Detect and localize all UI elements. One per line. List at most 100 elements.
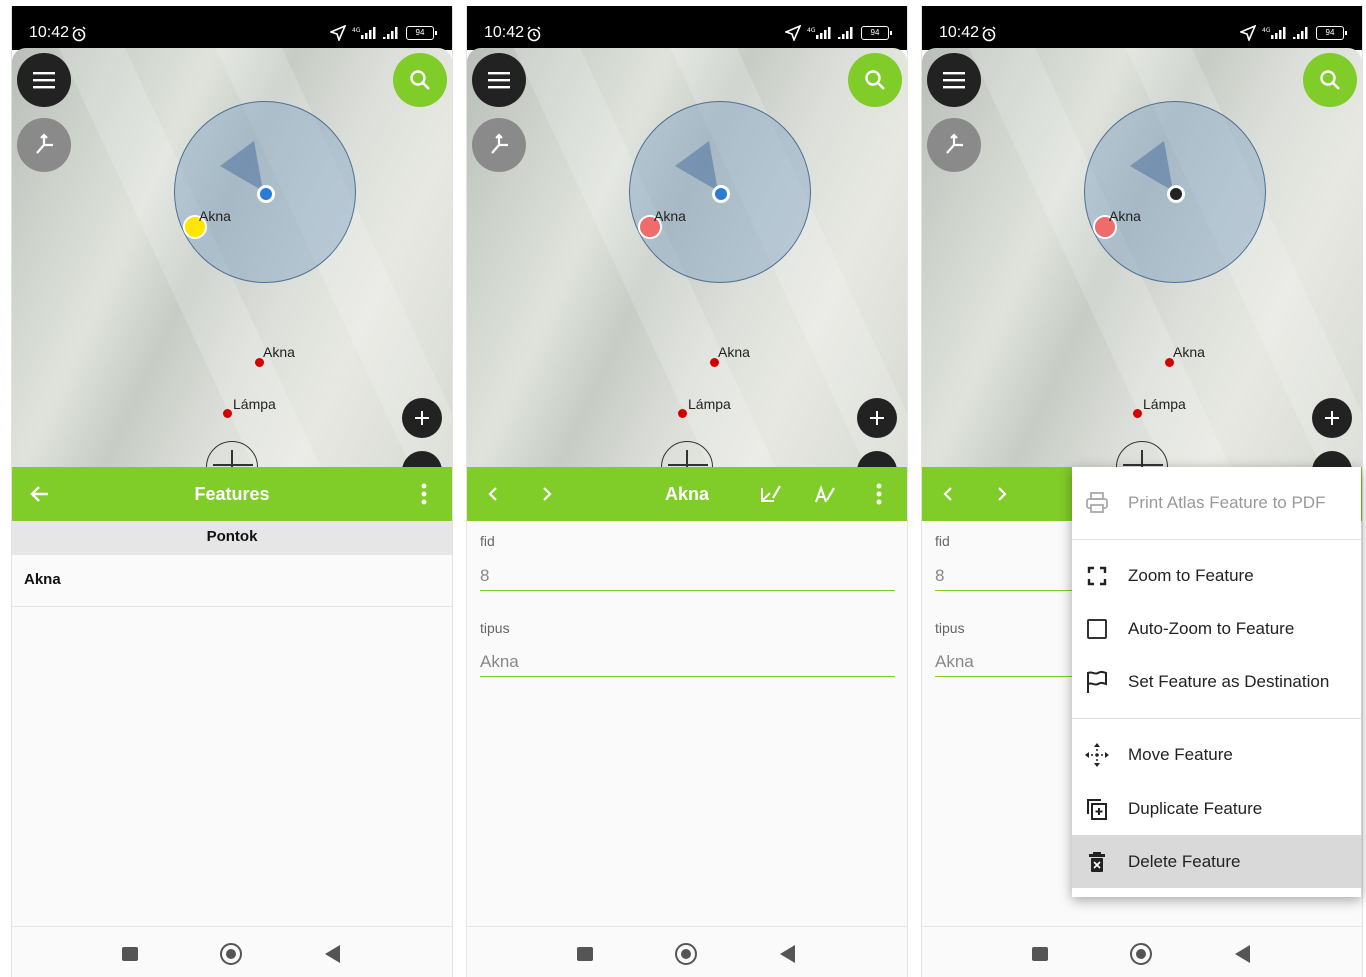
map-label: Akna [654, 208, 686, 224]
status-time: 10:42 [939, 24, 980, 41]
compass-button[interactable] [472, 118, 526, 172]
field-label-tipus: tipus [935, 620, 965, 636]
next-feature-button[interactable] [982, 467, 1022, 521]
compass-button[interactable] [927, 118, 981, 172]
battery-icon: 94 [1316, 26, 1347, 40]
back-nav-icon[interactable] [1235, 945, 1250, 963]
alarm-icon [981, 26, 997, 47]
map-canvas[interactable]: Akna Akna Lámpa [12, 48, 452, 473]
search-icon [1320, 70, 1340, 90]
menu-item-zoom-to-feature[interactable]: Zoom to Feature [1072, 549, 1361, 602]
menu-item-label: Print Atlas Feature to PDF [1128, 492, 1326, 512]
status-time: 10:42 [29, 24, 70, 41]
field-value-tipus[interactable]: Akna [480, 652, 519, 672]
chevron-right-icon [998, 487, 1007, 501]
signal-icon [838, 27, 853, 39]
search-button[interactable] [393, 53, 447, 107]
signal-4g-icon: 4G [807, 27, 831, 39]
recents-icon[interactable] [122, 947, 138, 961]
phone-screen-features-list: 10:42 4G 94 Akna Akna Lámpa Features Pon… [11, 6, 453, 977]
map-label: Lámpa [1143, 396, 1186, 412]
chevron-left-icon [943, 487, 952, 501]
menu-item-duplicate-feature[interactable]: Duplicate Feature [1072, 782, 1361, 835]
move-icon [1084, 742, 1110, 768]
map-point[interactable] [223, 409, 232, 418]
alarm-icon [71, 26, 87, 47]
home-icon[interactable] [1130, 943, 1152, 965]
overflow-menu-button[interactable] [404, 467, 444, 521]
back-nav-icon[interactable] [780, 945, 795, 963]
main-menu-button[interactable] [927, 53, 981, 107]
hamburger-icon [488, 72, 510, 89]
feature-list-item[interactable]: Akna [12, 555, 452, 607]
svg-text:4G: 4G [352, 27, 361, 34]
menu-item-label: Zoom to Feature [1128, 565, 1254, 585]
add-feature-button[interactable] [402, 398, 442, 438]
battery-icon: 94 [861, 26, 892, 40]
android-nav-bar [922, 926, 1362, 977]
android-nav-bar [12, 926, 452, 977]
menu-item-print-atlas[interactable]: Print Atlas Feature to PDF [1072, 476, 1361, 529]
svg-text:4G: 4G [1262, 27, 1271, 34]
compass-button[interactable] [17, 118, 71, 172]
menu-item-move-feature[interactable]: Move Feature [1072, 728, 1361, 781]
recents-icon[interactable] [1032, 947, 1048, 961]
status-bar: 10:42 4G 94 [922, 6, 1362, 50]
plus-icon [1325, 411, 1339, 425]
signal-icon [1293, 27, 1308, 39]
menu-item-auto-zoom[interactable]: Auto-Zoom to Feature [1072, 602, 1361, 655]
field-value-tipus[interactable]: Akna [935, 652, 974, 672]
map-point[interactable] [678, 409, 687, 418]
map-canvas[interactable]: Akna Akna Lámpa [922, 48, 1362, 473]
add-feature-button[interactable] [1312, 398, 1352, 438]
add-feature-button[interactable] [857, 398, 897, 438]
home-icon[interactable] [220, 943, 242, 965]
zoom-frame-icon [1084, 563, 1110, 589]
status-time: 10:42 [484, 24, 525, 41]
svg-text:4G: 4G [807, 27, 816, 34]
edit-geometry-button[interactable] [751, 467, 791, 521]
menu-divider [1072, 539, 1361, 540]
menu-item-set-destination[interactable]: Set Feature as Destination [1072, 655, 1361, 708]
map-label: Akna [718, 344, 750, 360]
back-nav-icon[interactable] [325, 945, 340, 963]
feature-form-toolbar: Akna [467, 467, 907, 521]
menu-item-delete-feature[interactable]: Delete Feature [1072, 835, 1361, 888]
map-label: Akna [1173, 344, 1205, 360]
overflow-menu-button[interactable] [859, 467, 899, 521]
gps-position-marker [1167, 185, 1185, 203]
recents-icon[interactable] [577, 947, 593, 961]
field-underline [480, 676, 895, 677]
menu-divider [1072, 718, 1361, 719]
map-label: Akna [263, 344, 295, 360]
trash-icon [1084, 849, 1110, 875]
main-menu-button[interactable] [472, 53, 526, 107]
plus-icon [415, 411, 429, 425]
checkbox-icon[interactable] [1084, 616, 1110, 642]
edit-attributes-button[interactable] [805, 467, 845, 521]
flag-icon [1084, 669, 1110, 695]
field-value-fid[interactable]: 8 [480, 566, 489, 586]
menu-item-label: Delete Feature [1128, 851, 1241, 871]
map-point[interactable] [1133, 409, 1142, 418]
compass-icon [946, 133, 963, 154]
battery-icon: 94 [406, 26, 437, 40]
alarm-icon [526, 26, 542, 47]
field-underline [480, 590, 895, 591]
android-nav-bar [467, 926, 907, 977]
main-menu-button[interactable] [17, 53, 71, 107]
edit-geometry-icon [761, 485, 781, 502]
previous-feature-button[interactable] [928, 467, 968, 521]
more-vert-icon [876, 483, 882, 505]
search-button[interactable] [848, 53, 902, 107]
search-button[interactable] [1303, 53, 1357, 107]
map-label: Lámpa [233, 396, 276, 412]
system-icons: 4G 94 [1240, 25, 1347, 41]
field-value-fid[interactable]: 8 [935, 566, 944, 586]
field-label-fid: fid [480, 533, 495, 549]
map-label: Akna [1109, 208, 1141, 224]
map-canvas[interactable]: Akna Akna Lámpa [467, 48, 907, 473]
map-label: Akna [199, 208, 231, 224]
home-icon[interactable] [675, 943, 697, 965]
location-arrow-icon [1240, 25, 1256, 41]
